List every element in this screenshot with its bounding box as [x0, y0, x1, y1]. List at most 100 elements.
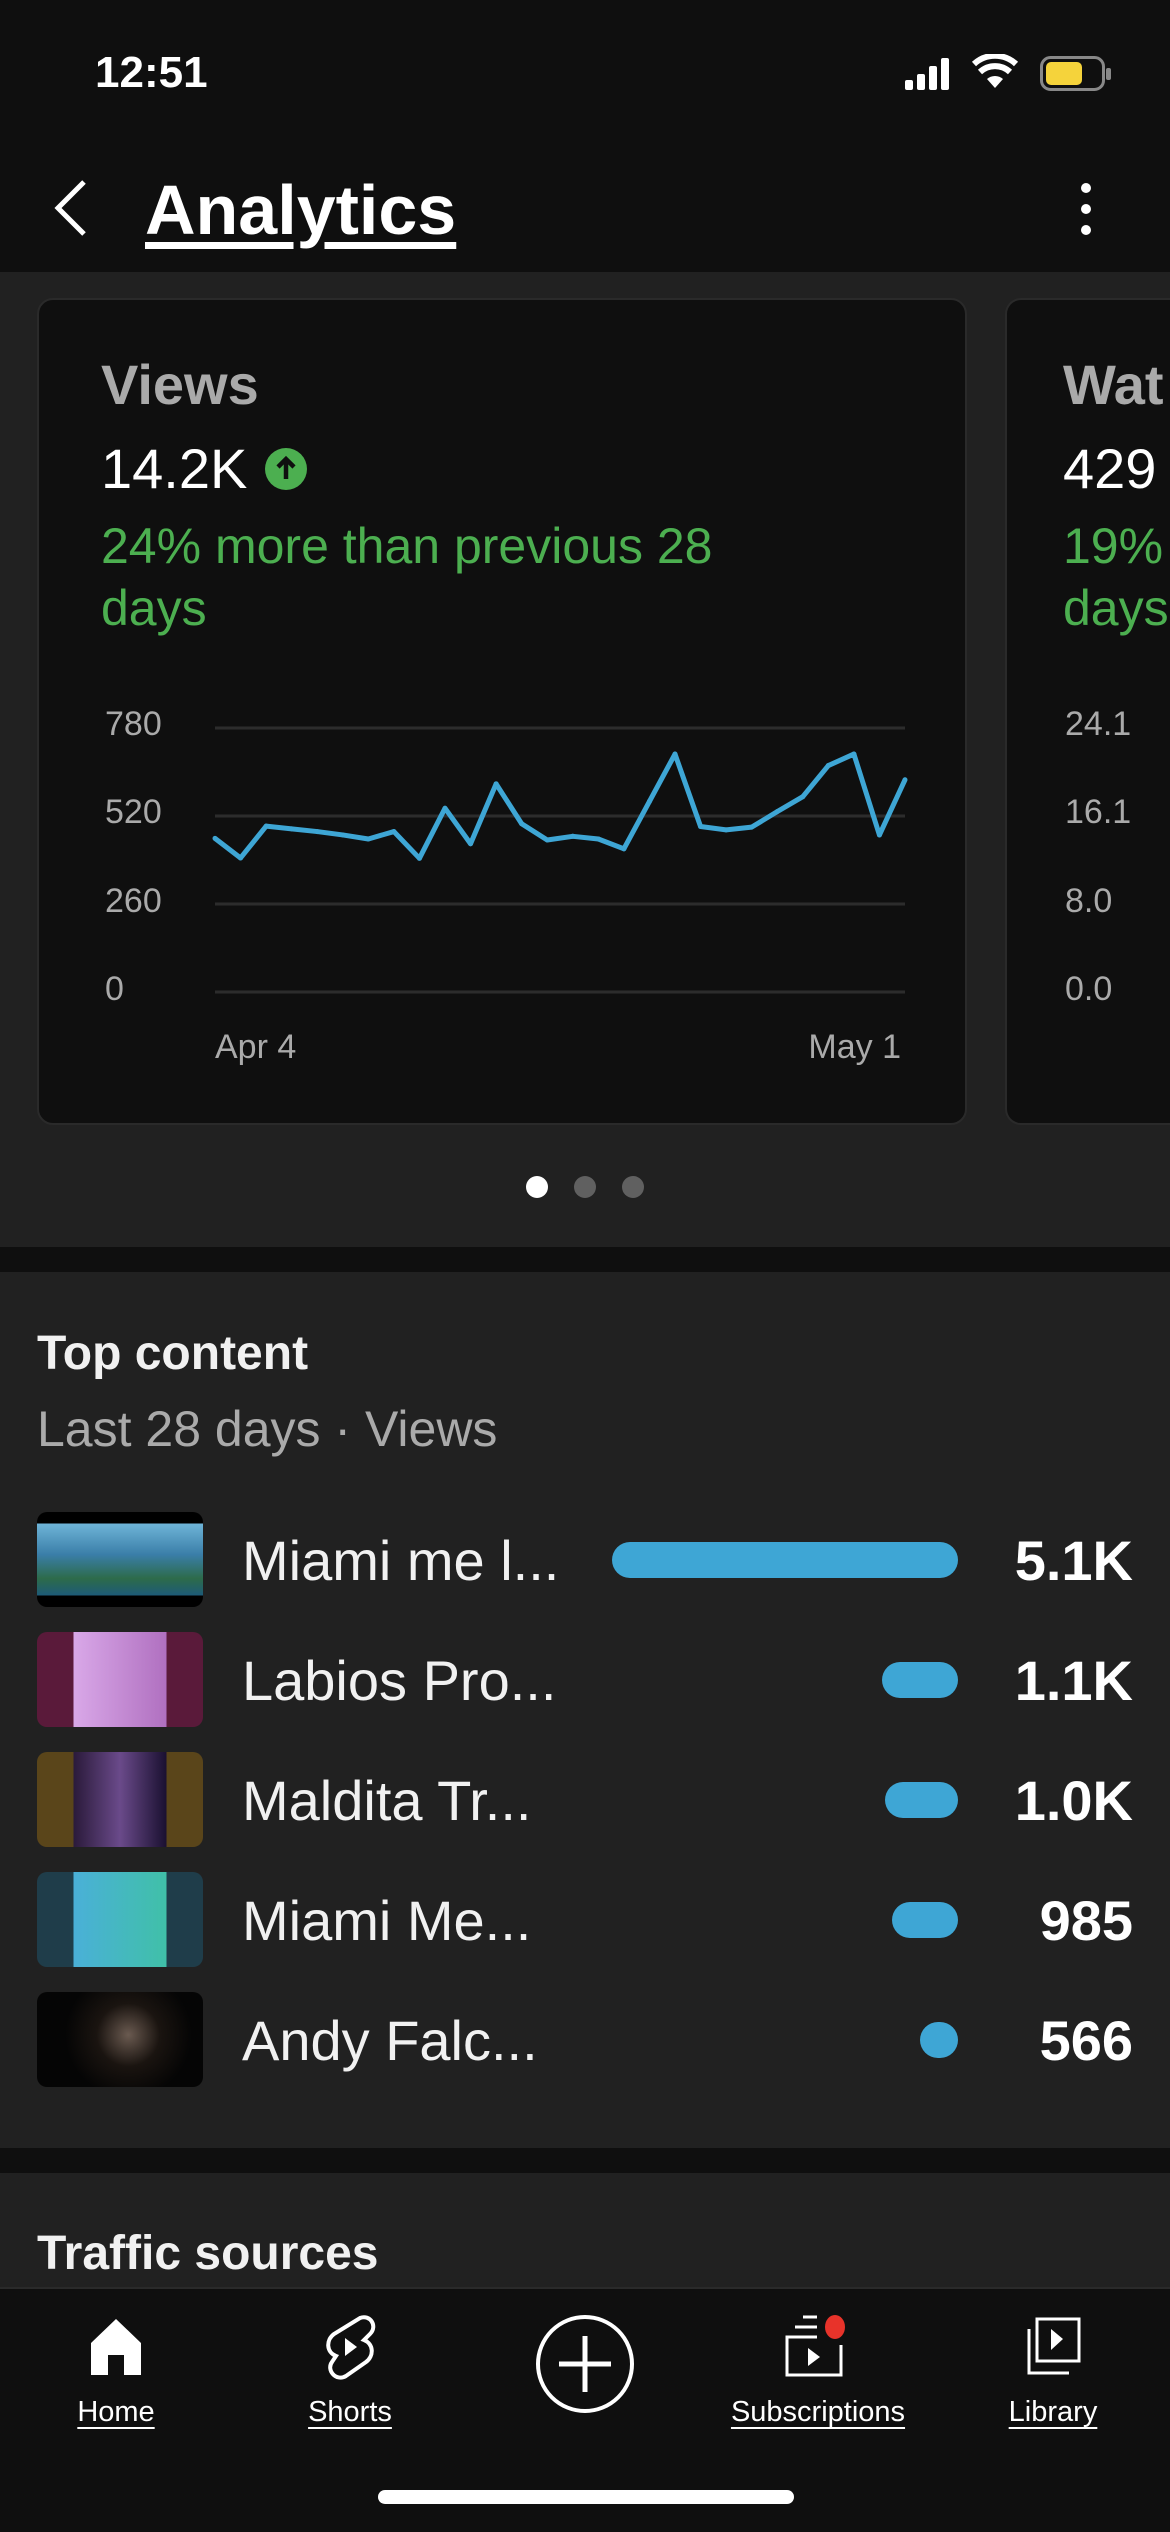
card-title: Wat [1063, 353, 1164, 416]
y-tick: 0.0 [1065, 970, 1113, 1008]
video-title: Andy Falc... [242, 2009, 538, 2072]
app-header: Analytics [0, 140, 1170, 272]
page-title: Analytics [145, 171, 457, 249]
traffic-sources-title: Traffic sources [37, 2227, 379, 2280]
chevron-left-icon[interactable] [52, 178, 88, 238]
pager-dot[interactable] [574, 1176, 596, 1198]
data-point [263, 823, 269, 829]
data-point [621, 846, 627, 852]
data-point [595, 836, 601, 842]
video-title: Miami Me... [242, 1889, 532, 1952]
video-thumbnail [37, 1752, 203, 1847]
more-vertical-icon[interactable] [1076, 182, 1096, 236]
card-value: 429 [1063, 437, 1157, 500]
nav-home[interactable]: Home [6, 2309, 226, 2429]
video-views: 985 [1039, 1889, 1133, 1952]
top-content-title: Top content [37, 1327, 309, 1380]
delta-line: days [1063, 580, 1169, 636]
views-card[interactable]: Views 14.2K 24% more than previous 28 da… [37, 298, 967, 1125]
nav-label: Shorts [308, 2396, 392, 2428]
views-share-bar [885, 1782, 958, 1818]
views-series-line [213, 751, 908, 861]
wifi-icon [972, 54, 1018, 88]
create-plus-icon [536, 2315, 634, 2413]
data-point [646, 798, 652, 804]
top-content-row[interactable]: Andy Falc... 566 [0, 1990, 1170, 2090]
data-point [468, 841, 474, 847]
video-title: Miami me l... [242, 1529, 560, 1592]
y-tick: 8.0 [1065, 882, 1113, 920]
home-indicator[interactable] [378, 2490, 794, 2504]
nav-shorts[interactable]: Shorts [240, 2309, 460, 2429]
signal-icon [905, 58, 949, 90]
video-thumbnail [37, 1632, 203, 1727]
data-point [876, 832, 882, 838]
top-content-row[interactable]: Labios Pro... 1.1K [0, 1630, 1170, 1730]
card-delta: 19% days [1063, 515, 1169, 639]
top-content-row[interactable]: Miami Me... 985 [0, 1870, 1170, 1970]
pager-dot-active[interactable] [526, 1176, 548, 1198]
data-point [698, 823, 704, 829]
top-content-row[interactable]: Maldita Tr... 1.0K [0, 1750, 1170, 1850]
y-tick: 16.1 [1065, 793, 1132, 831]
video-title: Labios Pro... [242, 1649, 557, 1712]
nav-create[interactable] [475, 2309, 695, 2419]
data-point [570, 833, 576, 839]
x-tick: May 1 [808, 1028, 901, 1066]
data-point [723, 827, 729, 833]
data-point [416, 855, 422, 861]
views-line-chart [212, 726, 908, 994]
delta-line: 19% [1063, 518, 1164, 574]
data-point [391, 829, 397, 835]
data-point [493, 781, 499, 787]
data-point [800, 794, 806, 800]
data-point [340, 832, 346, 838]
data-point [672, 751, 678, 757]
y-tick: 24.1 [1065, 705, 1132, 743]
data-point [544, 837, 550, 843]
video-thumbnail [37, 1992, 203, 2087]
pager-dot[interactable] [622, 1176, 644, 1198]
status-bar: 12:51 [0, 0, 1170, 140]
data-point [365, 836, 371, 842]
nav-label: Library [1008, 2396, 1098, 2428]
nav-label: Home [77, 2396, 155, 2428]
data-point [212, 835, 218, 841]
views-share-bar [881, 1662, 958, 1698]
shorts-icon [326, 2314, 376, 2379]
data-point [749, 824, 755, 830]
nav-subscriptions[interactable]: Subscriptions [708, 2309, 928, 2429]
watch-time-card[interactable]: Wat 429 19% days 24.1 16.1 8.0 0.0 [1005, 298, 1170, 1125]
views-share-bar [919, 2022, 958, 2058]
nav-label: Subscriptions [730, 2396, 906, 2428]
section-divider [0, 2148, 1170, 2173]
battery-icon [1040, 56, 1111, 91]
status-time: 12:51 [95, 48, 208, 97]
home-icon [91, 2318, 141, 2375]
video-thumbnail [37, 1512, 203, 1607]
video-views: 566 [1039, 2009, 1133, 2072]
data-point [851, 751, 857, 757]
views-share-bar [612, 1542, 958, 1578]
data-point [774, 809, 780, 815]
data-point [238, 855, 244, 861]
library-icon [1027, 2317, 1081, 2374]
video-thumbnail [37, 1872, 203, 1967]
video-views: 1.1K [1014, 1649, 1133, 1712]
data-point [289, 826, 295, 832]
top-content-row[interactable]: Miami me l... 5.1K [0, 1510, 1170, 1610]
top-content-subtitle: Last 28 days · Views [37, 1401, 498, 1457]
section-divider [0, 1247, 1170, 1272]
data-point [314, 829, 320, 835]
x-tick: Apr 4 [215, 1028, 297, 1066]
subscriptions-icon [785, 2314, 845, 2376]
data-point [442, 805, 448, 811]
data-point [519, 821, 525, 827]
views-share-bar [892, 1902, 958, 1938]
video-views: 1.0K [1014, 1769, 1133, 1832]
data-point [825, 763, 831, 769]
video-title: Maldita Tr... [242, 1769, 532, 1832]
data-point [902, 777, 908, 783]
nav-library[interactable]: Library [943, 2309, 1163, 2429]
video-views: 5.1K [1014, 1529, 1133, 1592]
